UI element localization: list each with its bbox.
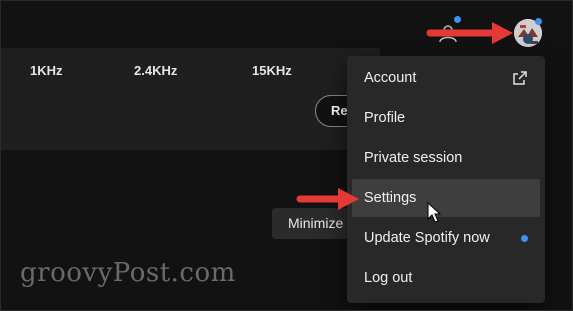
annotation-arrow-settings [296, 188, 359, 210]
annotation-overlay [296, 22, 513, 223]
mouse-cursor-icon [427, 201, 442, 223]
annotation-arrow-avatar [426, 22, 513, 44]
